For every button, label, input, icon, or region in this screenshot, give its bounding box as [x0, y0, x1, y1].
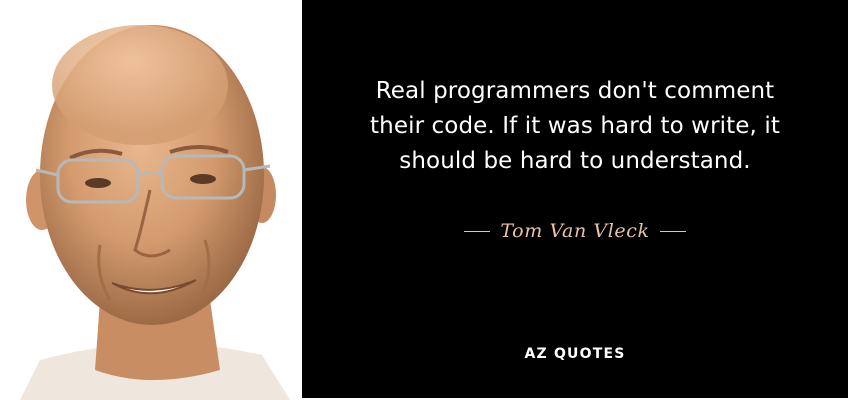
quote-text: Real programmers don't comment their cod… — [302, 74, 848, 179]
right-dash-divider — [659, 230, 686, 232]
portrait-photo-icon — [0, 0, 302, 400]
quote-panel: Real programmers don't comment their cod… — [302, 0, 848, 398]
left-dash-divider — [464, 230, 491, 232]
quote-line: their code. If it was hard to write, it — [370, 113, 780, 139]
author-attribution: Tom Van Vleck — [302, 219, 848, 243]
quote-line: should be hard to understand. — [399, 148, 751, 174]
quote-line: Real programmers don't comment — [375, 78, 775, 104]
quote-card: Real programmers don't comment their cod… — [0, 0, 850, 400]
brand-logo: AZ QUOTES — [524, 346, 626, 362]
author-name: Tom Van Vleck — [500, 220, 650, 242]
author-portrait — [0, 0, 302, 400]
